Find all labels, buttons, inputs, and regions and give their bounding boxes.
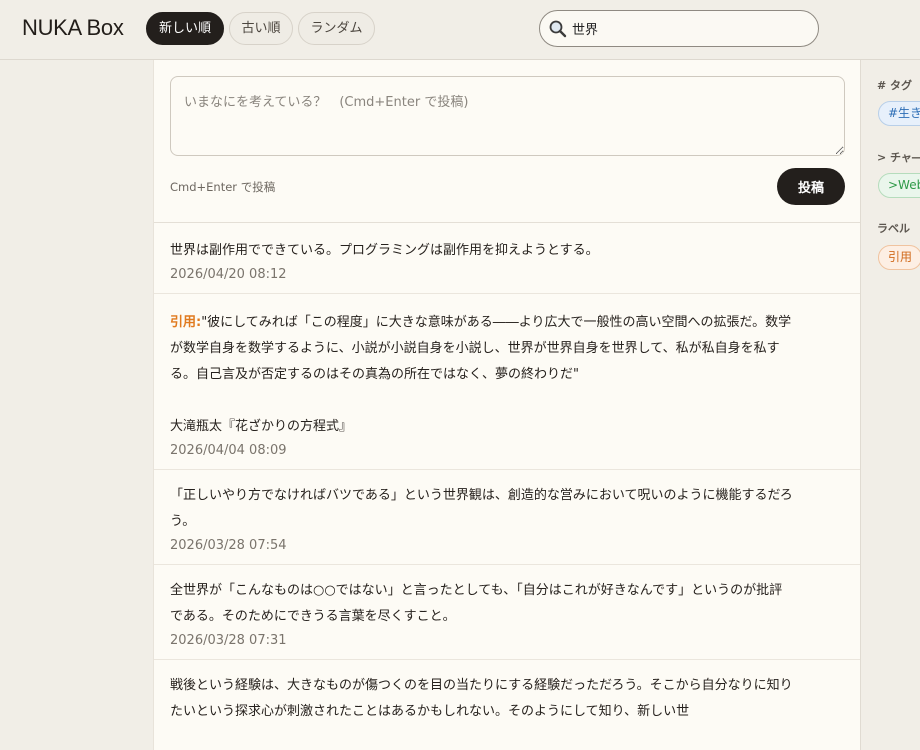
sort-newest-button[interactable]: 新しい順 — [146, 12, 224, 45]
search-icon — [549, 20, 567, 38]
app-logo[interactable]: NUKA Box — [22, 15, 124, 41]
post-item[interactable]: 「正しいやり方でなければバツである」という世界観は、創造的な営みにおいて呪いのよ… — [154, 470, 860, 565]
post-item[interactable]: 戦後という経験は、大きなものが傷つくのを目の当たりにする経験だっただろう。そこか… — [154, 660, 860, 750]
feed-column: Cmd+Enter で投稿 投稿 世界は副作用でできている。プログラミングは副作… — [153, 60, 861, 750]
tags-heading: # タグ — [877, 79, 913, 92]
search-input[interactable] — [572, 11, 812, 46]
post-text: 「正しいやり方でなければバツである」という世界観は、創造的な営みにおいて呪いのよ… — [170, 488, 793, 529]
channels-heading: > チャ― — [877, 151, 920, 164]
composer-textarea[interactable] — [170, 76, 845, 156]
tag-chip[interactable]: #生き — [878, 101, 920, 126]
label-chip[interactable]: 引用 — [878, 245, 920, 270]
right-sidebar: # タグ #生き > チャ― >Web ラベル 引用 — [862, 60, 920, 750]
post-text: 全世界が「こんなものは○○ではない」と言ったとしても、「自分はこれが好きなんです… — [170, 583, 783, 624]
post-date: 2026/03/28 07:54 — [170, 538, 287, 553]
sort-oldest-button[interactable]: 古い順 — [229, 12, 293, 45]
header: NUKA Box 新しい順 古い順 ランダム — [0, 0, 920, 60]
composer-hint: Cmd+Enter で投稿 — [170, 180, 276, 194]
post-text: 戦後という経験は、大きなものが傷つくのを目の当たりにする経験だっただろう。そこか… — [170, 678, 793, 719]
post-item[interactable]: 引用:"彼にしてみれば「この程度」に大きな意味がある――より広大で一般性の高い空… — [154, 294, 860, 470]
composer: Cmd+Enter で投稿 投稿 — [154, 60, 860, 223]
post-text: 世界は副作用でできている。プログラミングは副作用を抑えようとする。 — [170, 243, 599, 258]
post-date: 2026/03/28 07:31 — [170, 633, 287, 648]
post-date: 2026/04/04 08:09 — [170, 443, 287, 458]
sort-random-button[interactable]: ランダム — [298, 12, 375, 45]
channel-chip[interactable]: >Web — [878, 173, 920, 198]
post-date — [170, 728, 844, 750]
quote-label: 引用: — [170, 315, 202, 330]
post-text: 引用:"彼にしてみれば「この程度」に大きな意味がある――より広大で一般性の高い空… — [170, 310, 795, 440]
search-box — [539, 10, 819, 47]
post-button[interactable]: 投稿 — [777, 168, 845, 205]
post-item[interactable]: 世界は副作用でできている。プログラミングは副作用を抑えようとする。 2026/0… — [154, 223, 860, 294]
post-date: 2026/04/20 08:12 — [170, 267, 287, 282]
post-item[interactable]: 全世界が「こんなものは○○ではない」と言ったとしても、「自分はこれが好きなんです… — [154, 565, 860, 660]
labels-heading: ラベル — [877, 222, 910, 235]
quote-body: "彼にしてみれば「この程度」に大きな意味がある――より広大で一般性の高い空間への… — [170, 315, 792, 434]
